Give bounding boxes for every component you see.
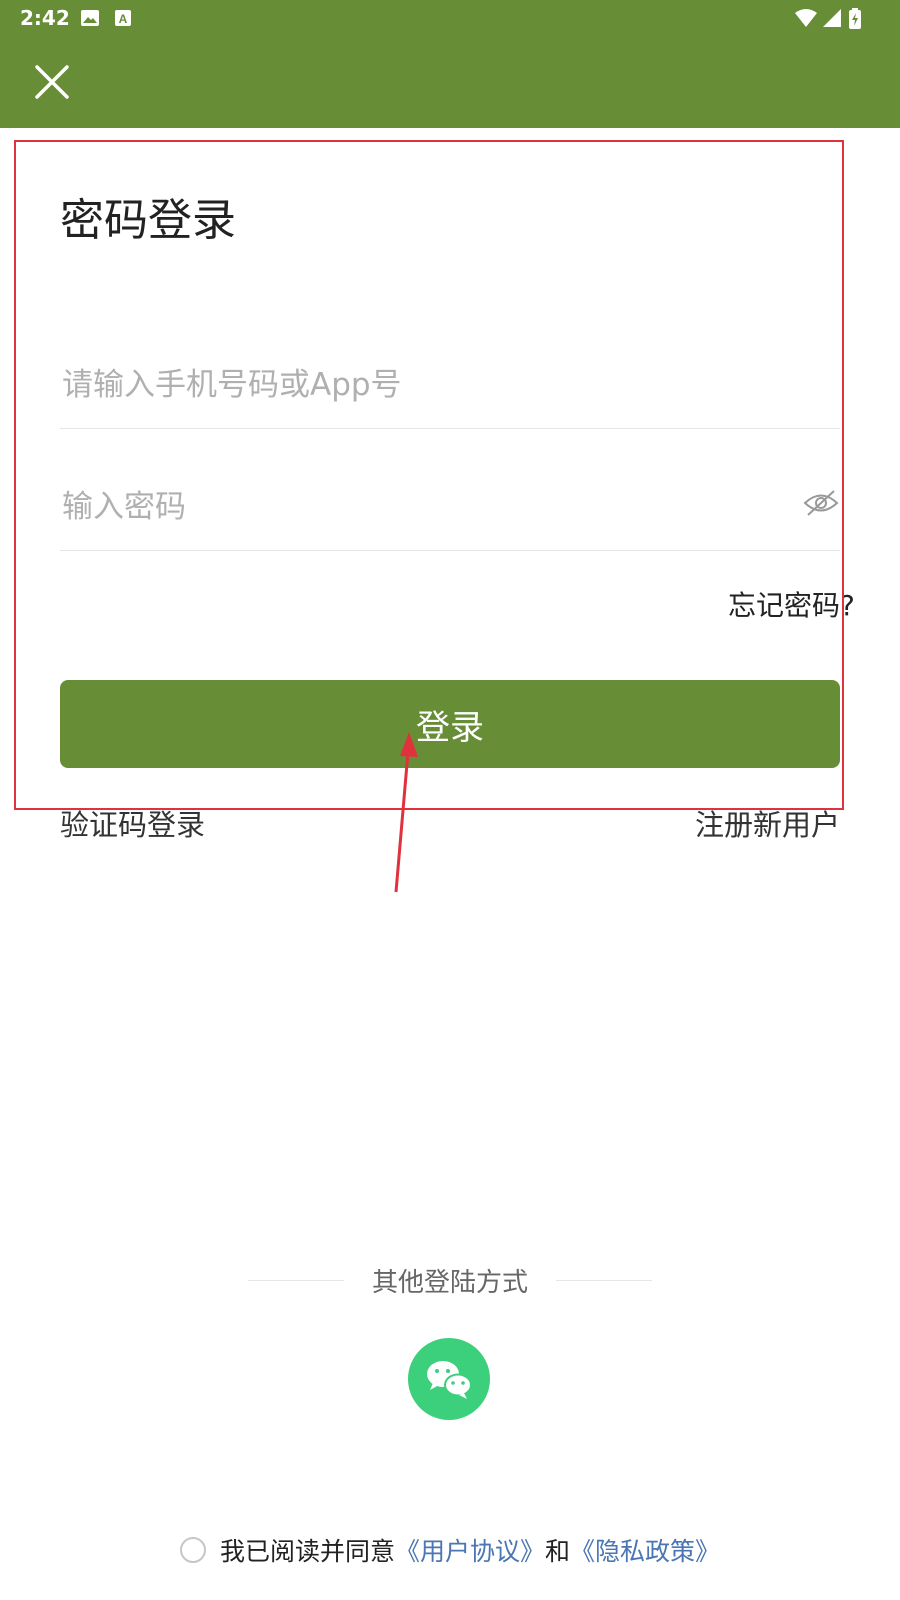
wechat-login-button[interactable] [408,1338,490,1420]
agreement-prefix: 我已阅读并同意 [219,1537,395,1566]
agreement-and: 和 [545,1537,571,1566]
privacy-policy-link[interactable]: 《隐私政策》 [570,1532,720,1568]
other-login-label: 其他登陆方式 [371,1268,528,1298]
password-input[interactable] [60,478,784,536]
close-icon[interactable] [28,58,76,106]
agreement-checkbox[interactable] [179,1537,206,1563]
phone-field [60,328,840,429]
wifi-icon [795,9,817,27]
sms-login-link[interactable]: 验证码登录 [60,802,205,844]
forgot-password-link[interactable]: 忘记密码? [728,584,855,624]
app-bar [0,36,900,128]
signal-icon [823,9,841,27]
status-bar: 2:42 A [0,0,900,36]
agreement-row: 我已阅读并同意 《用户协议》 和 《隐私政策》 [0,1532,900,1568]
battery-charging-icon [849,8,861,29]
page-title: 密码登录 [60,195,236,246]
user-agreement-link[interactable]: 《用户协议》 [395,1532,545,1568]
eye-off-icon[interactable] [802,488,840,518]
other-login-section: 其他登陆方式 [0,1262,900,1298]
register-link[interactable]: 注册新用户 [695,802,840,844]
password-field [60,450,840,551]
phone-input[interactable] [60,356,784,414]
keyboard-notification-icon: A [115,10,131,26]
svg-text:A: A [119,12,128,26]
wechat-icon [427,1361,472,1399]
status-time: 2:42 [20,6,70,30]
divider-right [556,1280,652,1281]
image-notification-icon [81,10,99,26]
login-button[interactable]: 登录 [60,680,840,768]
